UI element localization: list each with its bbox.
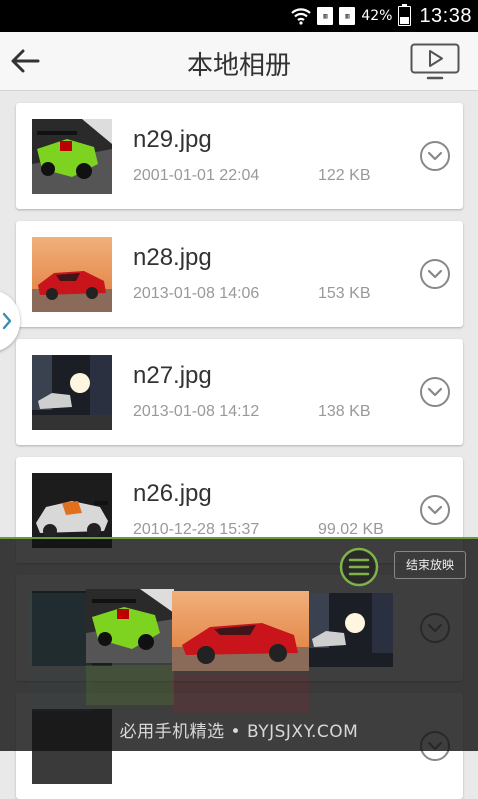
battery-icon: [398, 4, 412, 26]
status-bar: ▥ ▥ 42% 13:38: [0, 0, 478, 32]
expand-chevron-icon[interactable]: [419, 258, 451, 290]
menu-icon[interactable]: [339, 547, 379, 587]
title-bar: 本地相册: [0, 32, 478, 91]
status-icons: ▥ ▥ 42% 13:38: [291, 2, 472, 30]
wifi-icon: [291, 8, 312, 25]
page-title: 本地相册: [186, 51, 291, 81]
photo-thumbnail: [32, 119, 112, 194]
file-name: n26.jpg: [133, 480, 212, 507]
clock: 13:38: [419, 4, 472, 27]
slideshow-play-icon[interactable]: [410, 43, 460, 81]
file-size: 138 KB: [318, 403, 371, 420]
file-date: 2013-01-08 14:06: [133, 285, 260, 302]
carousel-image: [86, 589, 174, 705]
list-item[interactable]: n28.jpg 2013-01-08 14:06 153 KB: [16, 221, 463, 327]
sim2-icon: ▥: [339, 7, 356, 25]
sim1-icon: ▥: [317, 7, 334, 25]
file-date: 2001-01-01 22:04: [133, 167, 260, 184]
file-name: n29.jpg: [133, 126, 212, 153]
carousel-image: [172, 591, 309, 713]
chevron-right-icon: [2, 312, 12, 330]
file-date: 2013-01-08 14:12: [133, 403, 260, 420]
expand-chevron-icon[interactable]: [419, 494, 451, 526]
expand-chevron-icon[interactable]: [419, 140, 451, 172]
photo-thumbnail: [32, 237, 112, 312]
end-slideshow-button[interactable]: 结束放映: [394, 551, 466, 579]
slideshow-panel: 结束放映 必用手机精选 • BYJSJXY.COM: [0, 537, 478, 751]
carousel-image: [309, 593, 393, 667]
list-item[interactable]: n27.jpg 2013-01-08 14:12 138 KB: [16, 339, 463, 445]
list-item[interactable]: n29.jpg 2001-01-01 22:04 122 KB: [16, 103, 463, 209]
carousel-image: [30, 593, 92, 711]
photo-thumbnail: [32, 355, 112, 430]
battery-percent: 42%: [361, 8, 393, 24]
file-name: n28.jpg: [133, 244, 212, 271]
file-size: 122 KB: [318, 167, 371, 184]
watermark-text: 必用手机精选 • BYJSJXY.COM: [119, 722, 359, 742]
file-name: n27.jpg: [133, 362, 212, 389]
file-size: 153 KB: [318, 285, 371, 302]
expand-chevron-icon[interactable]: [419, 376, 451, 408]
